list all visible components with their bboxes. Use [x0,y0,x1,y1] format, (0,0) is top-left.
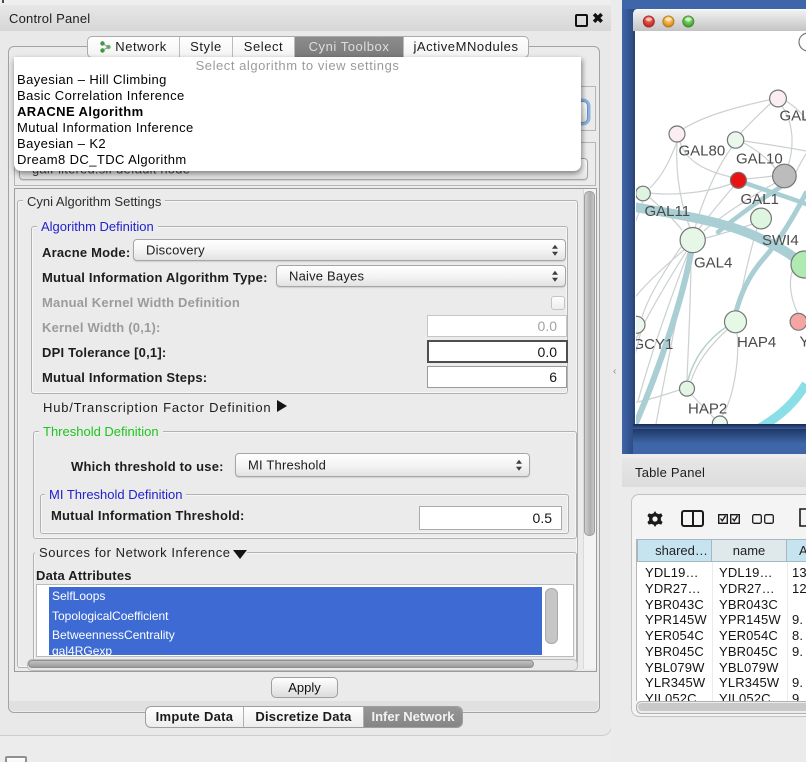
svg-text:GAL80: GAL80 [679,143,726,160]
svg-text:YB: YB [800,334,806,351]
svg-text:GAL1: GAL1 [741,191,779,208]
svg-text:GAL4: GAL4 [694,255,732,272]
svg-text:HAP2: HAP2 [688,401,727,418]
svg-text:GAL11: GAL11 [645,203,691,220]
svg-text:GAL10: GAL10 [736,151,783,168]
svg-text:GCY1: GCY1 [636,336,673,353]
svg-text:SWI4: SWI4 [762,232,799,249]
svg-text:GAL7: GAL7 [780,108,806,125]
svg-text:HAP4: HAP4 [737,334,776,351]
